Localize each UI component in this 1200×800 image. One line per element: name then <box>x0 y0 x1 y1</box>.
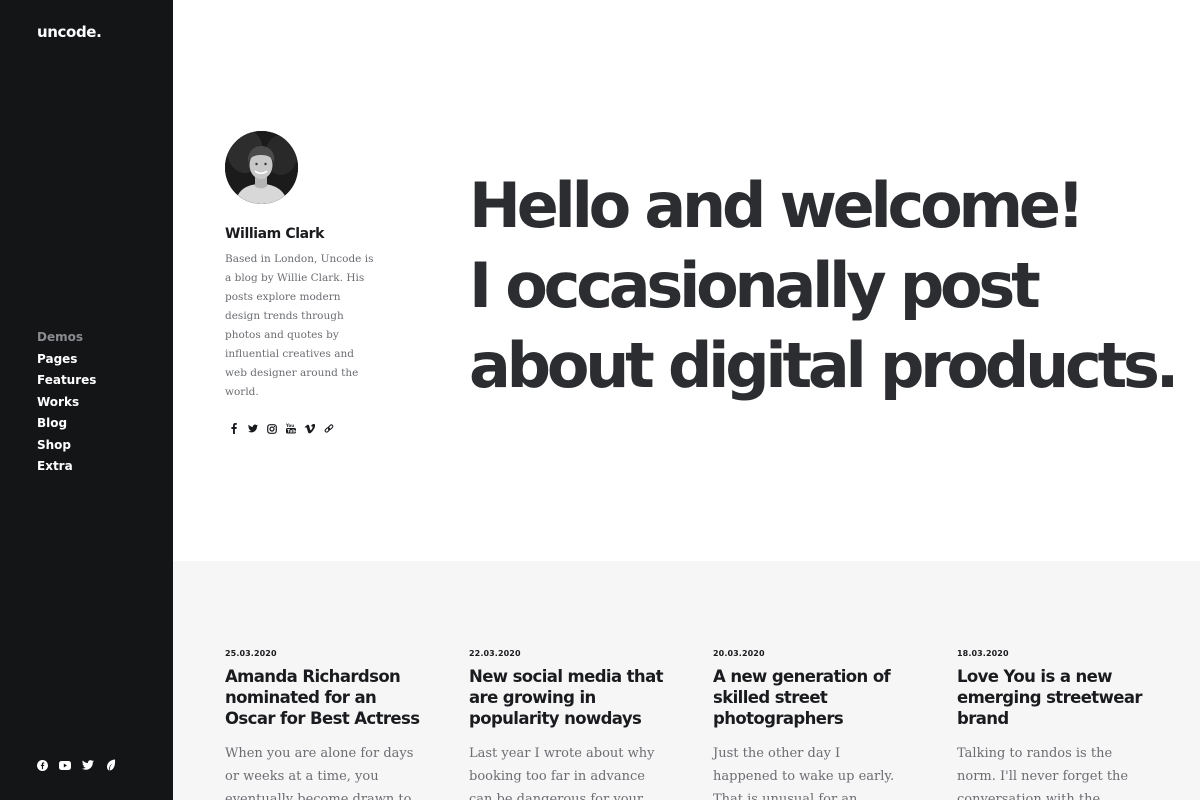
instagram-icon[interactable] <box>266 423 277 434</box>
post-title[interactable]: A new generation of skilled street photo… <box>713 666 913 729</box>
post-card[interactable]: 20.03.2020 A new generation of skilled s… <box>713 649 913 800</box>
author-social-links: YouTube <box>228 423 334 434</box>
facebook-icon[interactable] <box>36 759 48 771</box>
nav-item-works[interactable]: Works <box>37 392 96 414</box>
post-title[interactable]: Love You is a new emerging streetwear br… <box>957 666 1157 729</box>
post-card[interactable]: 18.03.2020 Love You is a new emerging st… <box>957 649 1157 800</box>
nav-item-shop[interactable]: Shop <box>37 435 96 457</box>
hero-section: William Clark Based in London, Uncode is… <box>173 0 1200 561</box>
post-title[interactable]: Amanda Richardson nominated for an Oscar… <box>225 666 425 729</box>
facebook-icon[interactable] <box>228 423 239 434</box>
post-excerpt: When you are alone for days or weeks at … <box>225 746 414 800</box>
post-date: 22.03.2020 <box>469 649 521 658</box>
author-bio: Based in London, Uncode is a blog by Wil… <box>225 253 374 398</box>
nav-item-demos[interactable]: Demos <box>37 327 96 349</box>
twitter-icon[interactable] <box>82 759 94 771</box>
nav-item-pages[interactable]: Pages <box>37 349 96 371</box>
vimeo-icon[interactable] <box>304 423 315 434</box>
link-icon[interactable] <box>323 423 334 434</box>
hero-headline: Hello and welcome! I occasionally post a… <box>469 166 1179 406</box>
nav-item-features[interactable]: Features <box>37 370 96 392</box>
post-date: 25.03.2020 <box>225 649 277 658</box>
author-name: William Clark <box>225 226 325 242</box>
sidebar-social-links <box>36 759 117 771</box>
svg-text:Tube: Tube <box>287 428 296 433</box>
nav-item-blog[interactable]: Blog <box>37 413 96 435</box>
post-excerpt: Talking to randos is the norm. I'll neve… <box>957 746 1129 800</box>
posts-section: 25.03.2020 Amanda Richardson nominated f… <box>173 561 1200 800</box>
post-excerpt: Last year I wrote about why booking too … <box>469 746 655 800</box>
sidebar: uncode. Demos Pages Features Works Blog … <box>0 0 173 800</box>
youtube-icon[interactable] <box>59 759 71 771</box>
headline-line: about digital products. <box>469 329 1179 402</box>
svg-text:You: You <box>286 423 294 428</box>
post-date: 20.03.2020 <box>713 649 765 658</box>
site-logo[interactable]: uncode. <box>37 23 102 41</box>
leaf-icon[interactable] <box>105 759 117 771</box>
post-card[interactable]: 25.03.2020 Amanda Richardson nominated f… <box>225 649 425 800</box>
post-date: 18.03.2020 <box>957 649 1009 658</box>
post-title[interactable]: New social media that are growing in pop… <box>469 666 669 729</box>
main-nav: Demos Pages Features Works Blog Shop Ext… <box>37 327 96 478</box>
twitter-icon[interactable] <box>247 423 258 434</box>
nav-item-extra[interactable]: Extra <box>37 456 96 478</box>
youtube-icon[interactable]: YouTube <box>285 423 296 434</box>
headline-line: Hello and welcome! <box>469 169 1085 242</box>
post-excerpt: Just the other day I happened to wake up… <box>713 746 895 800</box>
headline-line: I occasionally post <box>469 249 1041 322</box>
author-avatar[interactable] <box>225 131 298 204</box>
post-card[interactable]: 22.03.2020 New social media that are gro… <box>469 649 669 800</box>
